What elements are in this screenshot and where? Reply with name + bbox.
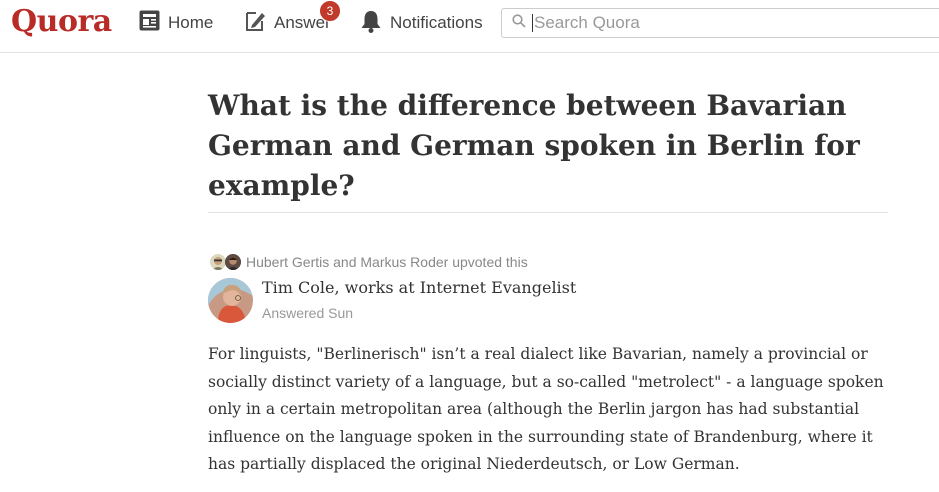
newspaper-icon: [139, 10, 160, 36]
nav-home[interactable]: Home: [139, 10, 213, 36]
upvoters-text[interactable]: Hubert Gertis and Markus Roder upvoted t…: [246, 254, 528, 270]
top-navigation-bar: Quora Home Answer 3 Notifications Search…: [0, 0, 939, 53]
author-credential[interactable]: Tim Cole, works at Internet Evangelist: [262, 278, 576, 297]
quora-logo[interactable]: Quora: [11, 4, 112, 39]
nav-home-label: Home: [168, 13, 214, 32]
answer-body: For linguists, "Berlinerisch" isn’t a re…: [208, 345, 884, 473]
question-title[interactable]: What is the difference between Bavarian …: [208, 86, 888, 206]
bell-icon: [360, 9, 382, 38]
search-box[interactable]: [501, 8, 939, 38]
search-input[interactable]: [534, 13, 914, 33]
answer-count-badge: 3: [319, 0, 341, 22]
search-icon: [512, 13, 526, 33]
pencil-icon: [244, 10, 266, 37]
nav-notifications[interactable]: Notifications: [360, 10, 483, 36]
upvoters-row: Hubert Gertis and Markus Roder upvoted t…: [210, 251, 528, 273]
text-caret: [532, 14, 533, 32]
author-avatar[interactable]: [208, 278, 253, 323]
upvoter-avatar[interactable]: [225, 254, 241, 270]
nav-answer[interactable]: Answer 3: [244, 0, 341, 37]
answered-date[interactable]: Answered Sun: [262, 305, 353, 321]
upvoter-avatar[interactable]: [210, 254, 226, 270]
nav-notifications-label: Notifications: [390, 13, 483, 32]
question-divider: [208, 212, 888, 213]
